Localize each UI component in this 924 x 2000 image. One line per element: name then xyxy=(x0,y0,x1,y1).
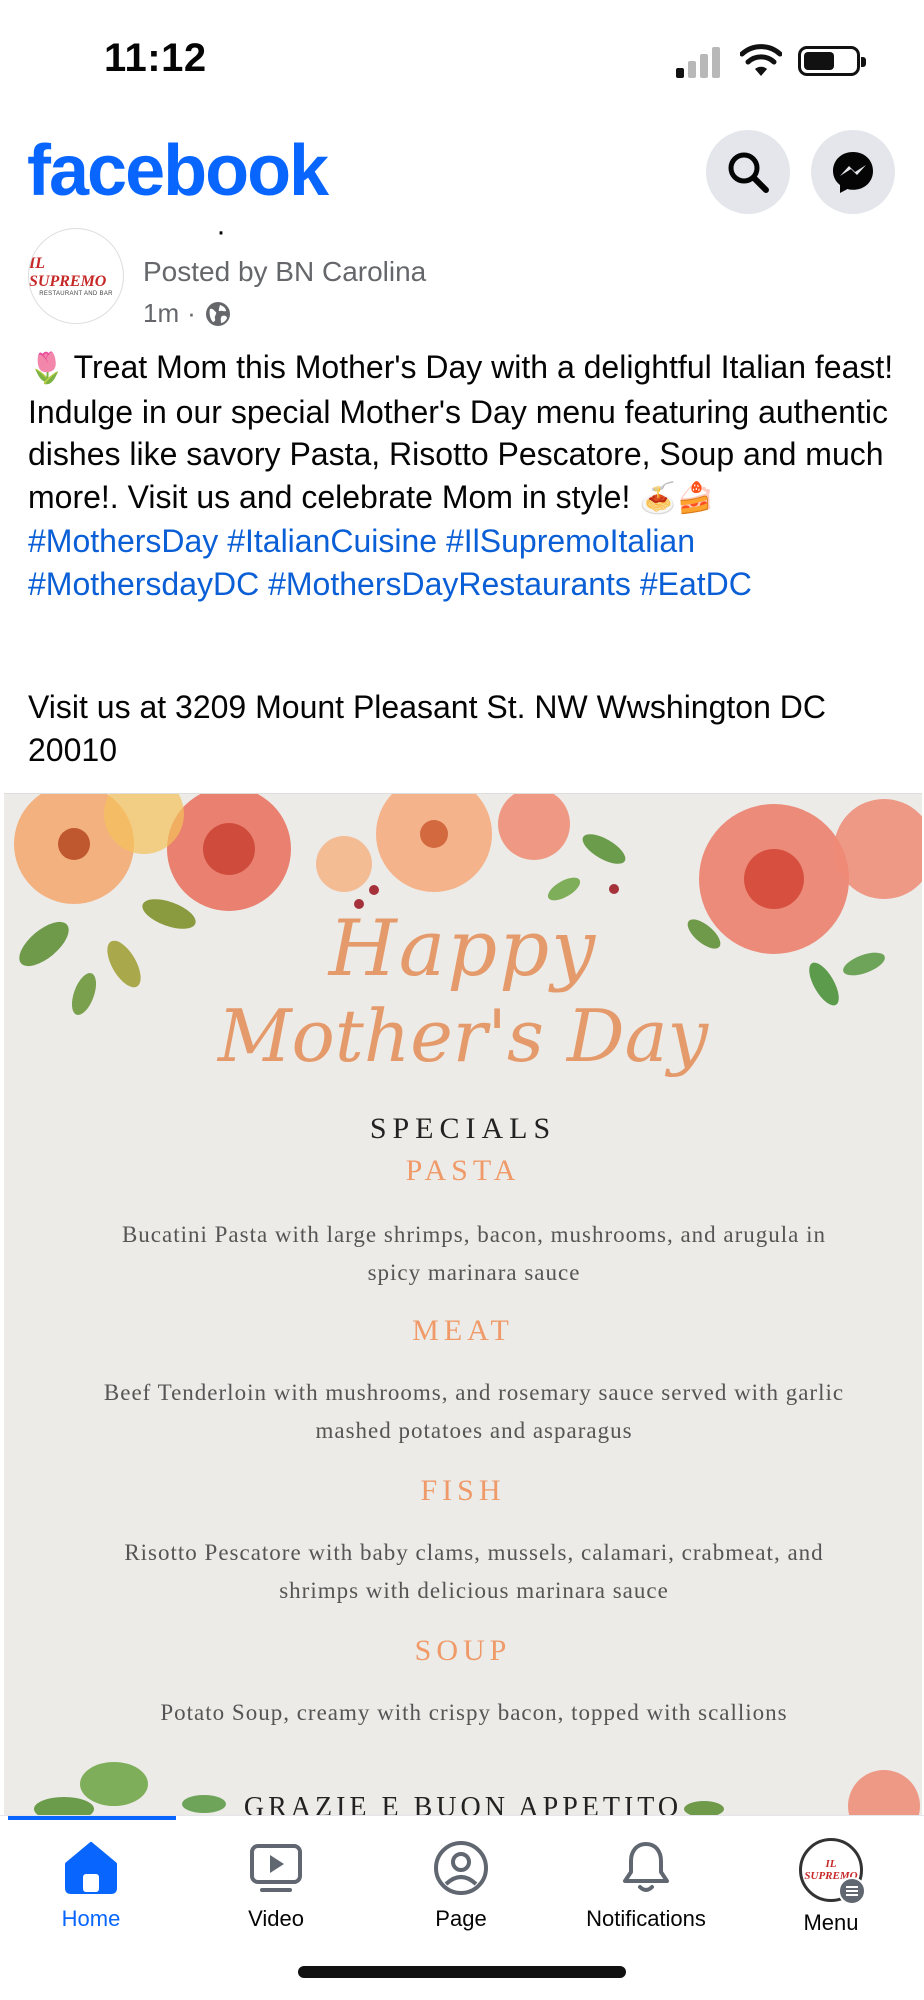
page-avatar[interactable]: IL SUPREMO RESTAURANT AND BAR xyxy=(28,228,124,324)
hamburger-icon xyxy=(838,1877,866,1905)
wifi-icon xyxy=(740,44,782,76)
meta-separator: · xyxy=(187,298,196,328)
posted-by-text[interactable]: Posted by BN Carolina xyxy=(143,256,426,288)
hashtag-link[interactable]: #MothersdayDC xyxy=(28,566,259,602)
menu-section-title: PASTA xyxy=(405,1154,521,1187)
tab-page[interactable]: Page xyxy=(376,1838,546,1958)
tab-label: Video xyxy=(248,1906,304,1931)
hashtag-link[interactable]: #MothersDay xyxy=(28,523,218,559)
menu-section-description: Potato Soup, creamy with crispy bacon, t… xyxy=(160,1700,788,1725)
bell-icon xyxy=(623,1842,669,1892)
hashtag-link[interactable]: #IlSupremoItalian xyxy=(446,523,695,559)
tab-label: Menu xyxy=(803,1910,859,1935)
menu-title-mothers-day: Mother's Day xyxy=(217,994,709,1078)
hashtag-link[interactable]: #ItalianCuisine xyxy=(227,523,437,559)
tab-label: Home xyxy=(61,1906,121,1931)
tab-notifications[interactable]: Notifications xyxy=(561,1838,731,1958)
messenger-icon xyxy=(833,152,873,193)
messenger-button[interactable] xyxy=(811,130,895,214)
menu-section-title: MEAT xyxy=(412,1314,514,1347)
post-text: 🌷 Treat Mom this Mother's Day with a del… xyxy=(28,346,908,606)
tulip-emoji: 🌷 xyxy=(28,351,66,386)
avatar-logo-subtext: RESTAURANT AND BAR xyxy=(39,291,113,297)
post-main-text: Treat Mom this Mother's Day with a delig… xyxy=(28,349,894,515)
post-image[interactable]: Happy Mother's Day SPECIALS PASTA Bucati… xyxy=(4,793,922,1815)
video-icon xyxy=(250,1844,302,1892)
tab-menu[interactable]: IL SUPREMO Menu xyxy=(746,1838,916,1958)
search-icon xyxy=(728,152,769,193)
post-address-text: Visit us at 3209 Mount Pleasant St. NW W… xyxy=(28,689,826,768)
menu-section-description: Risotto Pescatore with baby clams, musse… xyxy=(124,1540,824,1603)
post-header: IL SUPREMO RESTAURANT AND BAR · Posted b… xyxy=(0,215,924,332)
home-indicator[interactable] xyxy=(298,1966,626,1978)
active-tab-indicator xyxy=(8,1816,176,1820)
truncated-name-dot: · xyxy=(216,215,226,248)
home-icon xyxy=(65,1842,117,1894)
food-emojis: 🍝🍰 xyxy=(639,480,714,516)
search-button[interactable] xyxy=(706,130,790,214)
post-time[interactable]: 1m xyxy=(143,298,179,329)
hashtag-link[interactable]: #EatDC xyxy=(640,566,752,602)
tab-label: Page xyxy=(435,1906,487,1931)
globe-icon xyxy=(205,301,230,326)
menu-section-title: FISH xyxy=(420,1474,506,1507)
menu-section-title: SOUP xyxy=(414,1634,512,1667)
status-time: 11:12 xyxy=(104,36,207,80)
tab-home[interactable]: Home xyxy=(6,1838,176,1958)
menu-title-happy: Happy xyxy=(328,904,598,994)
menu-section-description: Bucatini Pasta with large shrimps, bacon… xyxy=(121,1222,827,1285)
avatar-logo-text: IL SUPREMO xyxy=(29,255,107,290)
menu-avatar: IL SUPREMO xyxy=(799,1838,866,1905)
tab-label: Notifications xyxy=(586,1906,706,1931)
menu-closing-text: GRAZIE E BUON APPETITO xyxy=(243,1792,683,1815)
cellular-signal-icon xyxy=(676,46,722,78)
page-icon xyxy=(434,1841,488,1895)
battery-icon xyxy=(798,46,866,76)
post-meta: 1m · xyxy=(143,298,232,329)
tab-video[interactable]: Video xyxy=(191,1838,361,1958)
menu-specials-heading: SPECIALS xyxy=(369,1112,557,1145)
status-bar: 11:12 xyxy=(0,0,924,120)
hashtag-link[interactable]: #MothersDayRestaurants xyxy=(268,566,631,602)
app-header: facebook xyxy=(0,124,924,224)
facebook-logo[interactable]: facebook xyxy=(27,130,329,212)
menu-section-description: Beef Tenderloin with mushrooms, and rose… xyxy=(103,1380,845,1443)
